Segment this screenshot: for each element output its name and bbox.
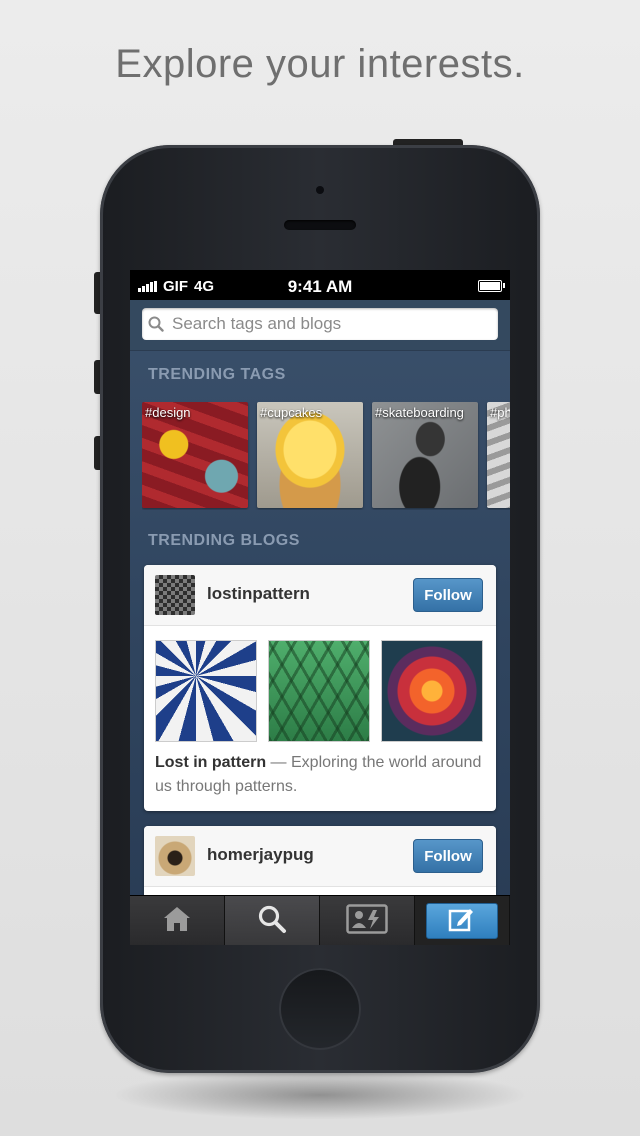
description-separator: — — [266, 754, 291, 771]
status-bar: GIF 4G 9:41 AM — [130, 270, 510, 300]
avatar[interactable] — [155, 836, 195, 876]
blog-card-lostinpattern[interactable]: lostinpattern Follow Lost in pattern — E… — [144, 565, 496, 811]
post-thumbnail[interactable] — [268, 640, 370, 742]
explore-screen: TRENDING TAGS #design #cupcakes #skatebo… — [130, 300, 510, 895]
search-icon — [142, 316, 170, 332]
follow-button[interactable]: Follow — [413, 578, 483, 612]
blog-name[interactable]: homerjaypug — [207, 845, 314, 865]
follow-button[interactable]: Follow — [413, 839, 483, 873]
status-time: 9:41 AM — [287, 277, 353, 296]
tab-compose[interactable] — [415, 896, 510, 945]
search-field[interactable] — [142, 308, 498, 340]
tag-tile-cupcakes[interactable]: #cupcakes — [257, 402, 363, 508]
compose-icon — [448, 906, 476, 937]
tab-home[interactable] — [130, 896, 225, 945]
blog-card-header: lostinpattern Follow — [144, 565, 496, 626]
tag-tile-partial[interactable]: #ph — [487, 402, 510, 508]
front-camera — [316, 186, 324, 194]
search-input[interactable] — [170, 313, 474, 335]
tag-tile-design[interactable]: #design — [142, 402, 248, 508]
home-button[interactable] — [279, 968, 361, 1050]
phone-shadow — [110, 1070, 530, 1120]
earpiece-speaker — [284, 220, 356, 230]
search-bar — [130, 300, 510, 351]
tab-bar — [130, 895, 510, 945]
compose-button[interactable] — [426, 903, 498, 939]
blog-description: Lost in pattern — Exploring the world ar… — [155, 751, 485, 799]
blog-card-homerjaypug[interactable]: homerjaypug Follow — [144, 826, 496, 895]
tag-tile-skateboarding[interactable]: #skateboarding — [372, 402, 478, 508]
post-thumbnail[interactable] — [155, 640, 257, 742]
blog-card-header: homerjaypug Follow — [144, 826, 496, 887]
avatar[interactable] — [155, 575, 195, 615]
post-thumbnail[interactable] — [381, 640, 483, 742]
tag-label: #design — [145, 405, 191, 420]
headline: Explore your interests. — [115, 42, 525, 86]
tab-activity[interactable] — [320, 896, 415, 945]
blog-title: Lost in pattern — [155, 754, 267, 771]
search-icon — [257, 904, 287, 939]
tag-label: #ph — [490, 405, 510, 420]
trending-tags-list: #design #cupcakes #skateboarding #ph — [142, 402, 510, 510]
activity-icon — [346, 903, 388, 939]
blog-thumbnails — [155, 640, 483, 742]
trending-blogs-title: TRENDING BLOGS — [148, 532, 300, 549]
blog-name[interactable]: lostinpattern — [207, 584, 310, 604]
trending-tags-title: TRENDING TAGS — [148, 366, 286, 383]
tag-label: #cupcakes — [260, 405, 323, 420]
tab-explore[interactable] — [225, 896, 320, 945]
tag-label: #skateboarding — [375, 405, 464, 420]
battery-icon — [478, 280, 505, 292]
phone-screen: GIF 4G 9:41 AM TRENDING TAGS #design #cu… — [130, 270, 510, 945]
home-icon — [162, 905, 192, 938]
